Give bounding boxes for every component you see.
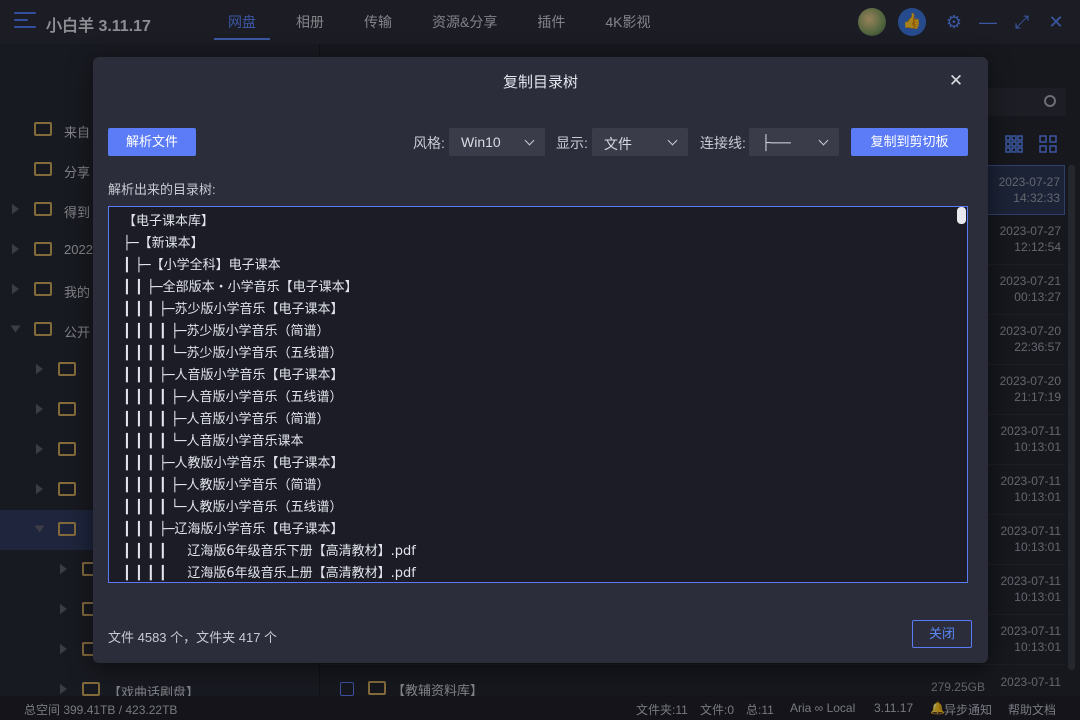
tree-line: ┃ ┃ ┃ ├─苏少版小学音乐【电子课本】 <box>123 302 344 317</box>
close-icon[interactable]: ✕ <box>946 71 966 91</box>
line-select-value: ├── <box>761 134 791 150</box>
tree-line: ┃ ┃ ┃ ├─人教版小学音乐【电子课本】 <box>123 456 344 471</box>
tree-line: ┃ ┃ ┃ ┃ ├─人音版小学音乐（简谱） <box>123 412 330 427</box>
dialog-title: 复制目录树 <box>502 74 578 91</box>
tree-line: ┃ ┃ ┃ ┃ └─苏少版小学音乐（五线谱） <box>123 346 343 361</box>
scrollbar-thumb[interactable] <box>957 207 966 224</box>
tree-line: ┃ ┃ ┃ ┃ 辽海版6年级音乐下册【高清教材】.pdf <box>123 544 416 559</box>
style-select-value: Win10 <box>461 134 501 150</box>
tree-line: ┃ ├─【小学全科】电子课本 <box>123 258 281 273</box>
close-button[interactable]: 关闭 <box>912 620 972 648</box>
line-select[interactable]: ├── <box>749 128 839 156</box>
tree-textarea[interactable]: 【电子课本库】 ├─【新课本】 ┃ ├─【小学全科】电子课本 ┃ ┃ ├─全部版… <box>108 206 968 583</box>
tree-line: 【电子课本库】 <box>123 214 215 229</box>
tree-line: ┃ ┃ ┃ ├─人音版小学音乐【电子课本】 <box>123 368 344 383</box>
chevron-down-icon <box>818 135 829 146</box>
copy-tree-dialog: 复制目录树 ✕ 解析文件 风格: Win10 显示: 文件 连接线: ├── 复… <box>93 57 988 663</box>
tree-line: ┃ ┃ ┃ ├─辽海版小学音乐【电子课本】 <box>123 522 344 537</box>
chevron-down-icon <box>524 135 535 146</box>
tree-section-label: 解析出来的目录树: <box>108 182 216 197</box>
tree-line: ┃ ┃ ┃ ┃ ├─人教版小学音乐（简谱） <box>123 478 330 493</box>
show-label: 显示: <box>556 135 588 151</box>
show-select-value: 文件 <box>604 136 632 152</box>
style-label: 风格: <box>413 135 445 151</box>
file-summary: 文件 4583 个，文件夹 417 个 <box>108 630 278 645</box>
parse-file-button[interactable]: 解析文件 <box>108 128 196 156</box>
tree-line: ┃ ┃ ┃ ┃ └─人教版小学音乐（五线谱） <box>123 500 343 515</box>
tree-line: ┃ ┃ ┃ ┃ 辽海版6年级音乐上册【高清教材】.pdf <box>123 566 416 581</box>
show-select[interactable]: 文件 <box>592 128 688 156</box>
tree-line: ┃ ┃ ┃ ┃ ├─苏少版小学音乐（简谱） <box>123 324 330 339</box>
tree-line: ┃ ┃ ┃ ┃ └─人音版小学音乐课本 <box>123 434 304 449</box>
line-label: 连接线: <box>700 135 746 151</box>
copy-to-clipboard-button[interactable]: 复制到剪切板 <box>851 128 968 156</box>
tree-line: ┃ ┃ ├─全部版本・小学音乐【电子课本】 <box>123 280 358 295</box>
chevron-down-icon <box>667 135 678 146</box>
style-select[interactable]: Win10 <box>449 128 545 156</box>
tree-line: ┃ ┃ ┃ ┃ ├─人音版小学音乐（五线谱） <box>123 390 343 405</box>
tree-line: ├─【新课本】 <box>123 236 204 251</box>
